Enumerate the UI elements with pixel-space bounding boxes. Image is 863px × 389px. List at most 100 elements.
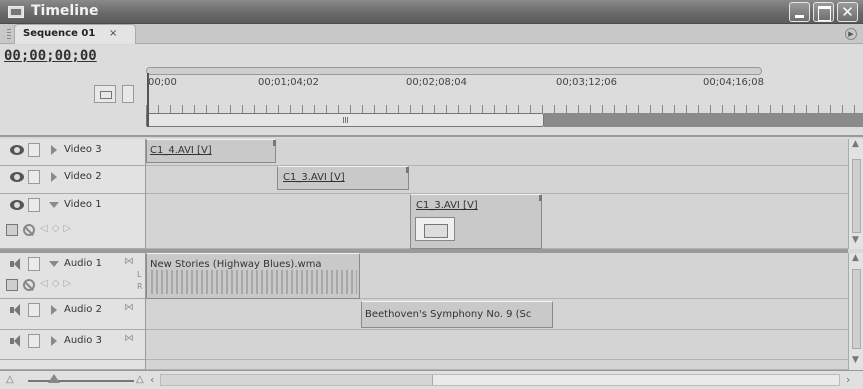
clip-name: Beethoven's Symphony No. 9 (Sc (365, 309, 532, 320)
eye-icon[interactable] (10, 145, 24, 155)
clip[interactable]: C1_3.AVI [V] (277, 166, 409, 190)
speaker-icon[interactable] (10, 258, 22, 270)
track-lane[interactable]: C1_4.AVI [V] (146, 139, 848, 166)
work-area-bar[interactable] (146, 113, 544, 127)
snap-button[interactable] (94, 85, 116, 103)
keyframe-nav-icon[interactable]: ◁◇▷ (40, 278, 75, 289)
display-style-icon[interactable] (6, 279, 18, 291)
clip[interactable]: Beethoven's Symphony No. 9 (Sc (361, 301, 553, 328)
eye-icon[interactable] (10, 172, 24, 182)
track-header: Video 2 (0, 166, 146, 194)
clip-end-marker (273, 140, 276, 146)
lock-icon[interactable] (28, 198, 40, 212)
hide-keyframes-icon[interactable] (23, 224, 35, 236)
scroll-thumb[interactable] (852, 159, 861, 233)
keyframe-nav-icon[interactable]: ◁◇▷ (40, 223, 75, 234)
grip-icon[interactable] (7, 29, 11, 41)
track-lane[interactable]: New Stories (Highway Blues).wma L R (137, 253, 848, 299)
scroll-left-icon[interactable]: ‹ (150, 373, 154, 386)
viewing-area-bar[interactable] (146, 67, 762, 75)
lock-icon[interactable] (28, 143, 40, 157)
scroll-up-icon[interactable]: ▲ (852, 139, 859, 149)
zoom-slider-thumb[interactable] (48, 374, 60, 383)
timeline-icon (8, 6, 24, 18)
clip[interactable]: C1_4.AVI [V] (146, 139, 276, 163)
hide-keyframes-icon[interactable] (23, 279, 35, 291)
scroll-down-icon[interactable]: ▼ (852, 355, 859, 365)
track-header: Audio 1 ⋈ ◁◇▷ (0, 253, 146, 299)
clip-thumbnail (415, 217, 455, 241)
channel-label: L (137, 270, 142, 279)
scroll-thumb[interactable] (161, 375, 433, 385)
mute-icon[interactable]: ⋈ (124, 333, 134, 344)
track-header: Video 3 (0, 139, 146, 166)
clip[interactable]: C1_3.AVI [V] (410, 194, 542, 249)
display-style-icon[interactable] (6, 224, 18, 236)
scroll-up-icon[interactable]: ▲ (852, 253, 859, 263)
ruler-label: 00;00 (148, 77, 177, 88)
triangle-icon[interactable] (51, 336, 57, 346)
mute-icon[interactable]: ⋈ (124, 302, 134, 313)
clip-end-marker (539, 195, 542, 201)
track-video-3: Video 3 C1_4.AVI [V] (0, 139, 848, 166)
scroll-thumb[interactable] (852, 269, 861, 349)
time-ruler[interactable]: 00;00 00;01;04;02 00;02;08;04 00;03;12;0… (146, 67, 863, 127)
panel-menu-button[interactable]: ▶ (845, 28, 857, 40)
track-header: Audio 3 ⋈ (0, 330, 146, 360)
clip-name: C1_3.AVI [V] (283, 172, 345, 183)
track-audio-2: Audio 2 ⋈ Beethoven's Symphony No. 9 (Sc (0, 299, 848, 330)
zoom-out-icon[interactable]: △ (6, 374, 14, 385)
triangle-icon[interactable] (49, 261, 59, 267)
clip-name: C1_3.AVI [V] (416, 200, 478, 211)
speaker-icon[interactable] (10, 335, 22, 347)
track-lane[interactable]: C1_3.AVI [V] (146, 166, 848, 194)
window-title: Timeline (31, 3, 99, 19)
triangle-icon[interactable] (51, 145, 57, 155)
track-header: Audio 2 ⋈ (0, 299, 146, 330)
track-name: Video 2 (64, 171, 102, 182)
track-lane[interactable]: C1_3.AVI [V] (146, 194, 848, 249)
minimize-button[interactable] (789, 2, 810, 22)
track-audio-1: Audio 1 ⋈ ◁◇▷ New Stories (Highway Blues… (0, 253, 848, 299)
video-vertical-scrollbar[interactable]: ▲ ▼ (848, 139, 863, 249)
triangle-icon[interactable] (51, 305, 57, 315)
zoom-in-icon[interactable]: △ (136, 374, 144, 385)
maximize-button[interactable] (813, 2, 834, 22)
speaker-icon[interactable] (10, 304, 22, 316)
tab-sequence-01[interactable]: Sequence 01 × (7, 24, 136, 44)
scroll-right-icon[interactable]: › (846, 373, 850, 386)
track-video-1: Video 1 ◁◇▷ C1_3.AVI [V] (0, 194, 848, 249)
lock-icon[interactable] (28, 170, 40, 184)
playhead[interactable] (147, 73, 149, 127)
track-lane[interactable] (146, 330, 848, 360)
lock-icon[interactable] (28, 303, 40, 317)
scroll-down-icon[interactable]: ▼ (852, 235, 859, 245)
zoom-slider[interactable] (28, 380, 134, 382)
bottom-bar: △ △ ‹ › (0, 370, 863, 389)
triangle-icon[interactable] (49, 202, 59, 208)
clip-name: New Stories (Highway Blues).wma (150, 259, 322, 270)
audio-vertical-scrollbar[interactable]: ▲ ▼ (848, 253, 863, 370)
lock-icon[interactable] (28, 334, 40, 348)
ruler-label: 00;04;16;08 (703, 77, 765, 88)
tab-label: Sequence 01 (23, 28, 96, 39)
timeline-header: 00;00;00;00 00;00 00;01;04;02 00;02;08;0… (0, 45, 863, 137)
track-controls: ◁◇▷ (6, 223, 146, 238)
lock-icon[interactable] (28, 257, 40, 271)
track-controls: ◁◇▷ (6, 278, 146, 293)
track-name: Audio 1 (64, 258, 102, 269)
eye-icon[interactable] (10, 200, 24, 210)
clip-name: C1_4.AVI [V] (150, 145, 212, 156)
track-lane[interactable] (146, 360, 848, 370)
clip[interactable]: New Stories (Highway Blues).wma L R (137, 253, 360, 299)
triangle-icon[interactable] (51, 172, 57, 182)
tab-strip: Sequence 01 × ▶ (0, 24, 863, 44)
close-button[interactable]: ✕ (837, 2, 858, 22)
current-time-display[interactable]: 00;00;00;00 (4, 48, 97, 64)
mute-icon[interactable]: ⋈ (124, 256, 134, 267)
horizontal-scrollbar[interactable] (160, 374, 840, 386)
track-video-2: Video 2 C1_3.AVI [V] (0, 166, 848, 194)
tab-close-icon[interactable]: × (109, 28, 117, 39)
set-marker-button[interactable] (122, 85, 134, 103)
track-lane[interactable]: Beethoven's Symphony No. 9 (Sc (146, 299, 848, 330)
